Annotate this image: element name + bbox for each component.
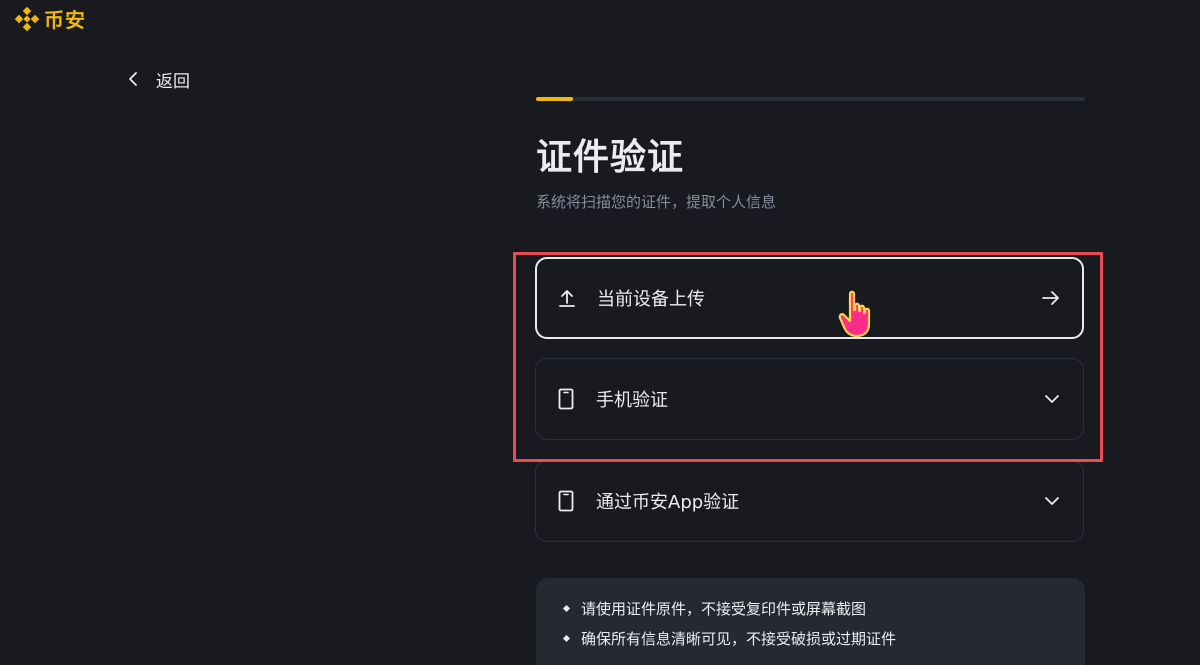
option-device-upload[interactable]: 当前设备上传 (535, 257, 1084, 339)
progress-fill (536, 97, 573, 101)
bullet-icon (562, 604, 571, 613)
tips-box: 请使用证件原件，不接受复印件或屏幕截图 确保所有信息清晰可见，不接受破损或过期证… (536, 578, 1085, 665)
brand-name: 币安 (44, 8, 86, 32)
option-label: 手机验证 (596, 390, 668, 411)
phone-icon (556, 490, 576, 512)
arrow-right-icon (1040, 287, 1062, 309)
brand-logo[interactable]: 币安 (14, 4, 86, 33)
upload-icon (557, 287, 577, 309)
back-label: 返回 (156, 71, 190, 92)
tip-text: 确保所有信息清晰可见，不接受破损或过期证件 (581, 630, 897, 648)
chevron-down-icon (1041, 388, 1063, 410)
option-app-verify[interactable]: 通过币安App验证 (535, 460, 1084, 542)
page: 币安 返回 证件验证 系统将扫描您的证件，提取个人信息 当前设备上传 手机验证 … (0, 0, 1200, 665)
option-phone-verify[interactable]: 手机验证 (535, 358, 1084, 440)
progress-bar (536, 97, 1085, 101)
option-label: 通过币安App验证 (596, 492, 740, 513)
page-title: 证件验证 (536, 137, 685, 178)
binance-logo-icon (14, 6, 40, 31)
tip-text: 请使用证件原件，不接受复印件或屏幕截图 (581, 600, 867, 618)
chevron-left-icon (128, 66, 142, 92)
bullet-icon (562, 634, 571, 643)
tip-item: 请使用证件原件，不接受复印件或屏幕截图 (562, 598, 1085, 619)
page-subtitle: 系统将扫描您的证件，提取个人信息 (536, 193, 777, 211)
tip-item: 确保所有信息清晰可见，不接受破损或过期证件 (562, 628, 1085, 649)
option-label: 当前设备上传 (597, 289, 705, 310)
phone-icon (556, 388, 576, 410)
hand-cursor-icon (838, 290, 871, 338)
back-button[interactable]: 返回 (128, 66, 190, 92)
chevron-down-icon (1041, 490, 1063, 512)
